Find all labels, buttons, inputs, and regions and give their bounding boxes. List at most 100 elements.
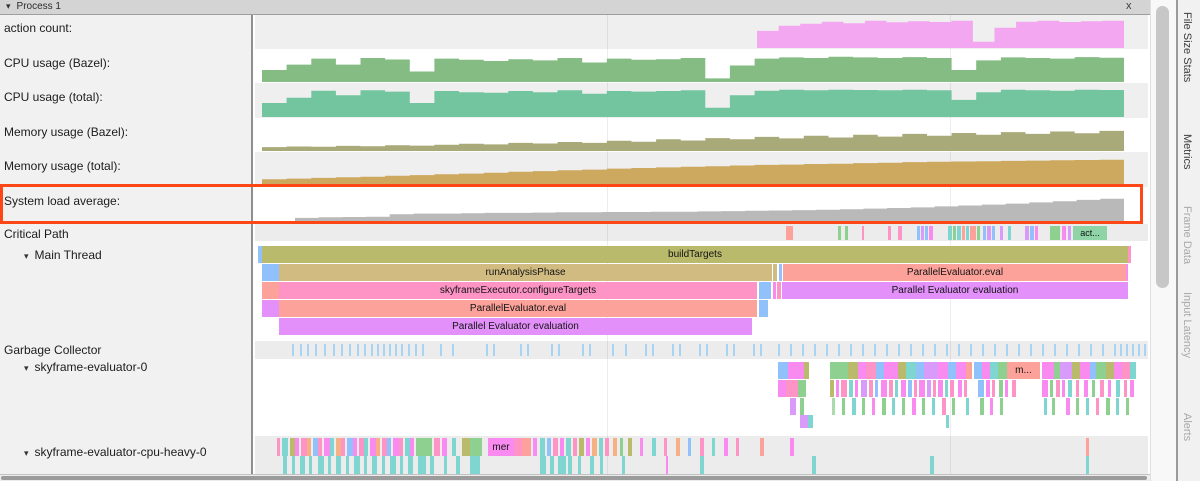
cpu-heavy-slice[interactable] xyxy=(318,456,324,474)
evaluator0-slice[interactable] xyxy=(852,398,856,415)
gc-tick[interactable] xyxy=(1144,344,1146,356)
gc-tick[interactable] xyxy=(401,344,403,356)
main-thread-slice[interactable] xyxy=(262,264,279,281)
cpu-heavy-slice[interactable] xyxy=(452,438,456,456)
evaluator0-slice[interactable] xyxy=(872,398,875,415)
evaluator0-slice[interactable] xyxy=(892,398,895,415)
evaluator0-slice[interactable] xyxy=(889,380,893,397)
process-header[interactable]: ▾Process 1 x xyxy=(0,0,1150,15)
cpu-heavy-slice[interactable] xyxy=(390,456,396,474)
evaluator0-slice[interactable] xyxy=(958,380,962,397)
cpu-heavy-slice[interactable] xyxy=(522,438,531,456)
evaluator0-slice[interactable] xyxy=(1044,398,1047,415)
cpu-heavy-slice[interactable] xyxy=(416,438,432,456)
evaluator0-slice[interactable] xyxy=(901,380,906,397)
evaluator0-slice[interactable] xyxy=(778,362,788,379)
cpu-heavy-slice[interactable] xyxy=(418,456,426,474)
main-thread-slice[interactable]: Parallel Evaluator evaluation xyxy=(279,318,752,335)
cpu-heavy-slice[interactable] xyxy=(434,438,440,456)
evaluator0-slice[interactable] xyxy=(830,380,834,397)
cpu-heavy-slice[interactable] xyxy=(346,456,349,474)
collapse-triangle-icon[interactable]: ▾ xyxy=(24,363,29,373)
evaluator0-slice[interactable] xyxy=(1066,398,1070,415)
cpu-heavy-slice[interactable] xyxy=(282,438,288,456)
evaluator0-slice[interactable] xyxy=(808,415,813,428)
main-thread-slice[interactable] xyxy=(262,300,279,317)
critical-path-tick[interactable] xyxy=(925,226,928,240)
gc-tick[interactable] xyxy=(1054,344,1056,356)
main-thread-slice[interactable]: skyframeExecutor.configureTargets xyxy=(279,282,757,299)
gc-tick[interactable] xyxy=(679,344,681,356)
critical-path-tick[interactable] xyxy=(929,226,933,240)
cpu-heavy-slice[interactable] xyxy=(566,438,571,456)
evaluator0-slice[interactable] xyxy=(924,362,938,379)
cpu-heavy-slice[interactable] xyxy=(640,438,643,456)
evaluator0-slice[interactable]: m... xyxy=(1007,362,1040,379)
gc-tick[interactable] xyxy=(838,344,840,356)
evaluator0-slice[interactable] xyxy=(1086,398,1089,415)
gc-tick[interactable] xyxy=(1090,344,1092,356)
cpu-heavy-slice[interactable] xyxy=(444,456,447,474)
evaluator0-slice[interactable] xyxy=(1084,380,1088,397)
gc-tick[interactable] xyxy=(1018,344,1020,356)
cpu-heavy-slice[interactable] xyxy=(579,438,584,456)
evaluator0-slice[interactable] xyxy=(932,398,935,415)
critical-path-tick[interactable] xyxy=(977,226,980,240)
cpu-heavy-slice[interactable] xyxy=(812,456,816,474)
evaluator0-slice[interactable] xyxy=(788,362,804,379)
gc-tick[interactable] xyxy=(802,344,804,356)
critical-path-tick[interactable] xyxy=(917,226,920,240)
cpu-heavy-slice[interactable] xyxy=(318,438,322,456)
evaluator0-slice[interactable] xyxy=(1050,380,1053,397)
cpu-heavy-slice[interactable] xyxy=(456,456,460,474)
counter-area-chart[interactable] xyxy=(757,17,1124,48)
evaluator0-slice[interactable] xyxy=(999,380,1003,397)
critical-path-tick[interactable] xyxy=(838,226,841,240)
evaluator0-slice[interactable] xyxy=(855,380,858,397)
evaluator0-slice[interactable] xyxy=(882,398,886,415)
evaluator0-slice[interactable] xyxy=(906,362,916,379)
evaluator0-slice[interactable] xyxy=(914,380,917,397)
evaluator0-slice[interactable] xyxy=(790,398,796,415)
cpu-heavy-slice[interactable] xyxy=(1086,438,1089,456)
counter-area-chart[interactable] xyxy=(295,190,1124,221)
gc-tick[interactable] xyxy=(1138,344,1140,356)
cpu-heavy-slice[interactable] xyxy=(283,456,287,474)
cpu-heavy-slice[interactable] xyxy=(578,456,581,474)
critical-path-tick[interactable] xyxy=(888,226,891,240)
critical-path-tick[interactable] xyxy=(1008,226,1011,240)
evaluator0-slice[interactable] xyxy=(898,362,906,379)
cpu-heavy-slice[interactable] xyxy=(328,456,331,474)
evaluator0-slice[interactable] xyxy=(1108,380,1111,397)
tab-frame-data[interactable]: Frame Data xyxy=(1181,206,1193,264)
cpu-heavy-slice[interactable] xyxy=(364,438,368,456)
evaluator0-slice[interactable] xyxy=(919,380,925,397)
main-thread-slice[interactable]: runAnalysisPhase xyxy=(279,264,772,281)
cpu-heavy-slice[interactable] xyxy=(307,438,311,456)
evaluator0-slice[interactable] xyxy=(980,398,984,415)
cpu-heavy-slice[interactable] xyxy=(547,438,551,456)
evaluator0-slice[interactable] xyxy=(869,380,873,397)
main-thread-slice[interactable]: Parallel Evaluator evaluation xyxy=(782,282,1128,299)
gc-tick[interactable] xyxy=(625,344,627,356)
evaluator0-slice[interactable] xyxy=(990,398,993,415)
gc-tick[interactable] xyxy=(324,344,326,356)
close-icon[interactable]: x xyxy=(1126,0,1132,12)
gc-tick[interactable] xyxy=(486,344,488,356)
gc-tick[interactable] xyxy=(1066,344,1068,356)
gc-tick[interactable] xyxy=(582,344,584,356)
panel-divider[interactable] xyxy=(251,14,253,474)
main-thread-slice[interactable] xyxy=(773,264,777,281)
gc-tick[interactable] xyxy=(850,344,852,356)
evaluator0-slice[interactable] xyxy=(800,415,808,428)
evaluator0-slice[interactable] xyxy=(1000,398,1003,415)
gc-tick[interactable] xyxy=(1102,344,1104,356)
critical-path-tick[interactable] xyxy=(948,226,952,240)
cpu-heavy-slice[interactable] xyxy=(277,438,280,456)
evaluator0-slice[interactable] xyxy=(1116,398,1119,415)
collapse-triangle-icon[interactable]: ▾ xyxy=(24,448,29,458)
cpu-heavy-slice[interactable] xyxy=(568,456,572,474)
gc-tick[interactable] xyxy=(1042,344,1044,356)
main-thread-slice[interactable] xyxy=(759,282,771,299)
cpu-heavy-slice[interactable] xyxy=(700,438,704,456)
